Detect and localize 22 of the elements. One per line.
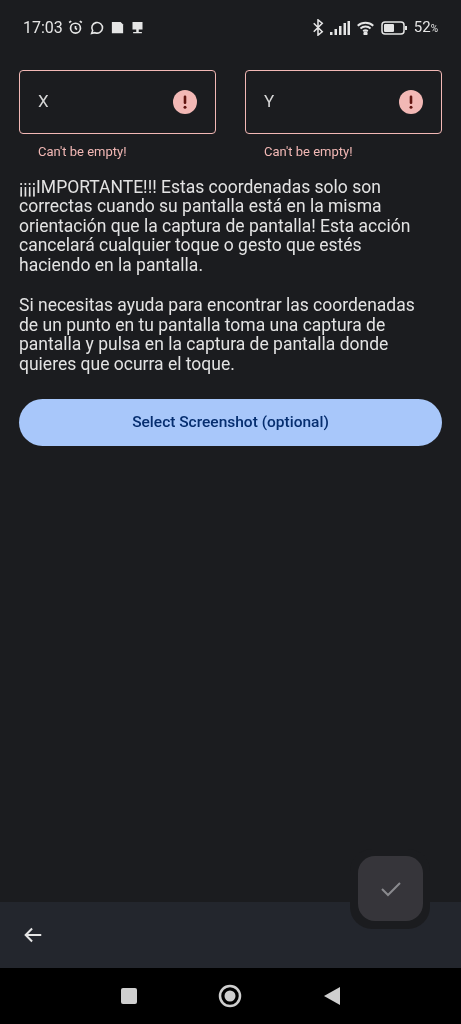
input-field[interactable]: Y	[245, 70, 442, 134]
error-icon	[173, 90, 197, 114]
info-paragraph: ¡¡¡¡IMPORTANTE!!! Estas coordenadas solo son correctas cuando su pantalla está en la misma orientación que la captura de pantalla! Esta acción cancelará cualquier toque o gesto que estés haciendo en la pantalla.	[19, 177, 412, 275]
input-field[interactable]: X	[19, 70, 216, 134]
signal-icon	[329, 20, 350, 35]
chat-icon	[88, 19, 105, 36]
home-icon[interactable]	[218, 984, 243, 1008]
note-icon	[109, 20, 125, 35]
wifi-icon	[355, 20, 375, 35]
bluetooth-icon	[311, 19, 324, 36]
check-icon	[379, 879, 402, 898]
error-message: Can't be empty!	[37, 143, 128, 161]
info-paragraph: Si necesitas ayuda para encontrar las coordenadas de un punto en tu pantalla toma una captura de pantalla y pulsa en la captura de pantalla donde quieres que ocurra el toque.	[19, 296, 416, 374]
error-icon	[399, 90, 423, 114]
select-screenshot-button[interactable]: Select Screenshot (optional)	[19, 399, 442, 446]
battery-icon	[380, 20, 408, 35]
error-message: Can't be empty!	[263, 143, 354, 161]
alarm-icon	[66, 19, 84, 36]
back-nav-icon[interactable]	[324, 987, 341, 1005]
recents-icon[interactable]	[120, 988, 137, 1004]
battery-level: 52%	[413, 17, 438, 39]
clock: 17:03	[23, 16, 63, 39]
